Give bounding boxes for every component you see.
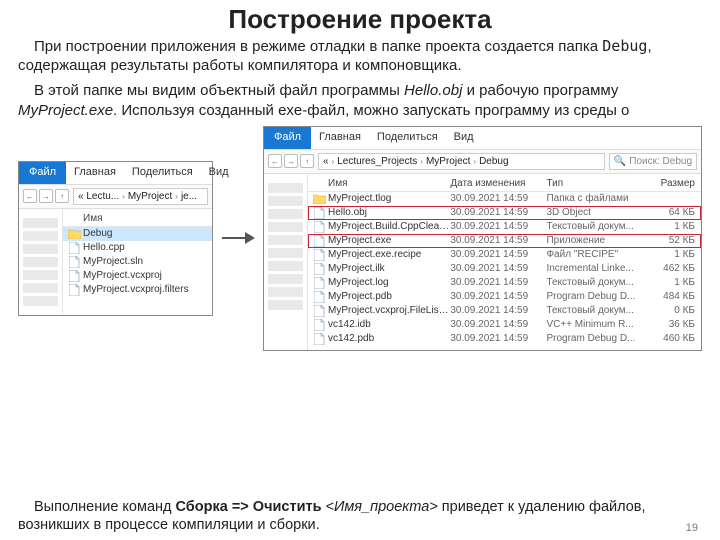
breadcrumb-segment[interactable]: Lectures_Projects bbox=[337, 156, 417, 167]
breadcrumb-segment[interactable]: « bbox=[323, 156, 329, 167]
list-item[interactable]: MyProject.log30.09.2021 14:59Текстовый д… bbox=[308, 276, 701, 290]
file-icon bbox=[312, 221, 326, 233]
explorer-window-debug: Файл Главная Поделиться Вид ← → ↑ «›Lect… bbox=[263, 126, 702, 351]
breadcrumb-segment[interactable]: je... bbox=[181, 191, 197, 202]
file-icon bbox=[312, 249, 326, 261]
file-icon bbox=[67, 284, 81, 296]
slide-title: Построение проекта bbox=[18, 4, 702, 35]
ribbon-tab-view[interactable]: Вид bbox=[201, 162, 237, 184]
file-icon bbox=[312, 291, 326, 303]
list-item[interactable]: MyProject.vcxproj.filters bbox=[63, 283, 212, 297]
list-item[interactable]: MyProject.exe30.09.2021 14:59Приложение5… bbox=[308, 234, 701, 248]
search-icon: 🔍 bbox=[614, 156, 626, 167]
file-icon bbox=[312, 235, 326, 247]
file-icon bbox=[312, 333, 326, 345]
search-input[interactable]: 🔍 Поиск: Debug bbox=[609, 153, 697, 170]
col-name-header[interactable]: Имя bbox=[83, 213, 206, 224]
file-icon bbox=[312, 207, 326, 219]
list-item[interactable]: MyProject.pdb30.09.2021 14:59Program Deb… bbox=[308, 290, 701, 304]
paragraph-1: При построении приложения в режиме отлад… bbox=[18, 37, 702, 75]
nav-tree[interactable] bbox=[264, 174, 308, 350]
explorer-window-project: Файл Главная Поделиться Вид ← → ↑ « Lect… bbox=[18, 161, 213, 316]
list-item[interactable]: MyProject.Build.CppClean.log30.09.2021 1… bbox=[308, 220, 701, 234]
bottom-paragraph: Выполнение команд Сборка => Очистить <Им… bbox=[18, 498, 702, 534]
file-icon bbox=[67, 242, 81, 254]
nav-tree[interactable] bbox=[19, 209, 63, 315]
nav-fwd-button[interactable]: → bbox=[284, 154, 298, 168]
file-icon bbox=[312, 277, 326, 289]
ribbon-file-tab[interactable]: Файл bbox=[264, 127, 311, 149]
list-item[interactable]: MyProject.exe.recipe30.09.2021 14:59Файл… bbox=[308, 248, 701, 262]
file-icon bbox=[67, 270, 81, 282]
breadcrumb-segment[interactable]: « Lectu... bbox=[78, 191, 119, 202]
ribbon-tab-view[interactable]: Вид bbox=[446, 127, 482, 149]
page-number: 19 bbox=[686, 522, 698, 534]
breadcrumb[interactable]: «›Lectures_Projects›MyProject›Debug bbox=[318, 153, 605, 170]
folder-icon bbox=[312, 193, 326, 205]
nav-up-button[interactable]: ↑ bbox=[55, 189, 69, 203]
nav-back-button[interactable]: ← bbox=[268, 154, 282, 168]
col-date-header[interactable]: Дата изменения bbox=[450, 178, 546, 189]
list-item[interactable]: Hello.cpp bbox=[63, 241, 212, 255]
nav-up-button[interactable]: ↑ bbox=[300, 154, 314, 168]
arrow-icon bbox=[221, 228, 255, 248]
list-item[interactable]: Hello.obj30.09.2021 14:593D Object64 КБ bbox=[308, 206, 701, 220]
file-icon bbox=[67, 256, 81, 268]
ribbon-file-tab[interactable]: Файл bbox=[19, 162, 66, 184]
breadcrumb-segment[interactable]: MyProject bbox=[128, 191, 172, 202]
ribbon-tab-home[interactable]: Главная bbox=[311, 127, 369, 149]
list-item[interactable]: vc142.idb30.09.2021 14:59VC++ Minimum R.… bbox=[308, 318, 701, 332]
list-item[interactable]: MyProject.sln bbox=[63, 255, 212, 269]
nav-back-button[interactable]: ← bbox=[23, 189, 37, 203]
nav-fwd-button[interactable]: → bbox=[39, 189, 53, 203]
col-size-header[interactable]: Размер bbox=[643, 178, 695, 189]
breadcrumb-segment[interactable]: MyProject bbox=[426, 156, 470, 167]
col-name-header[interactable]: Имя bbox=[328, 178, 450, 189]
list-item[interactable]: MyProject.vcxproj.FileListAbsolute.txt30… bbox=[308, 304, 701, 318]
ribbon-tab-share[interactable]: Поделиться bbox=[369, 127, 446, 149]
breadcrumb-segment[interactable]: Debug bbox=[479, 156, 508, 167]
file-icon bbox=[312, 305, 326, 317]
ribbon-tab-share[interactable]: Поделиться bbox=[124, 162, 201, 184]
list-item[interactable]: vc142.pdb30.09.2021 14:59Program Debug D… bbox=[308, 332, 701, 346]
ribbon-tab-home[interactable]: Главная bbox=[66, 162, 124, 184]
list-item[interactable]: MyProject.ilk30.09.2021 14:59Incremental… bbox=[308, 262, 701, 276]
folder-icon bbox=[67, 228, 81, 240]
file-icon bbox=[312, 319, 326, 331]
breadcrumb[interactable]: « Lectu...›MyProject›je... bbox=[73, 188, 208, 205]
list-item[interactable]: MyProject.tlog30.09.2021 14:59Папка с фа… bbox=[308, 192, 701, 206]
list-item[interactable]: Debug bbox=[63, 227, 212, 241]
file-icon bbox=[312, 263, 326, 275]
list-item[interactable]: MyProject.vcxproj bbox=[63, 269, 212, 283]
col-type-header[interactable]: Тип bbox=[546, 178, 642, 189]
paragraph-2: В этой папке мы видим объектный файл про… bbox=[18, 81, 702, 119]
